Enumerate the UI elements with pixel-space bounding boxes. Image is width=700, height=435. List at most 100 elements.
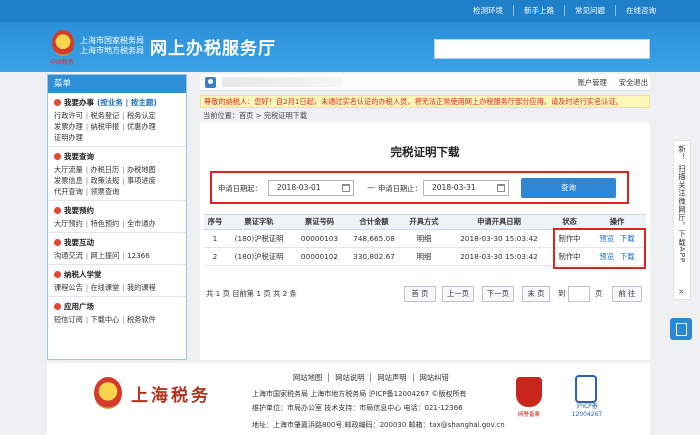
footer-logo-text: 上海税务 [131, 386, 211, 406]
menu-item[interactable]: 证明办理 [54, 133, 86, 142]
menu-section-reserve: 我要预约 大厅预约特色预约全市通办 [48, 201, 186, 233]
menu-item[interactable]: 税务登记 [86, 111, 122, 120]
top-link-faq[interactable]: 常见问题 [565, 5, 616, 16]
bureau-names: 上海市国家税务局 上海市地方税务局 [80, 36, 144, 55]
menu-item[interactable]: 行政许可 [54, 111, 86, 120]
page-title: 完税证明下载 [390, 145, 460, 159]
menu-item[interactable]: 纳税申报 [86, 122, 122, 131]
footer-address: 地址：上海市肇嘉浜路800号 邮政编码：200030 邮箱：tax@shangh… [252, 421, 505, 429]
notice-banner: 尊敬的纳税人：您好！自2月1日起，未通过实名认证的办税人员，将无法正常使用网上办… [200, 95, 650, 108]
menu-item[interactable]: 税务认定 [122, 111, 158, 120]
menu-header: 菜单 [48, 75, 186, 93]
calendar-icon[interactable] [497, 184, 505, 192]
menu-item[interactable]: 政策法规 [86, 176, 122, 185]
menu-section-todo: 我要办事(按业务 | 按主题) 行政许可税务登记税务认定 发票办理纳税申报优惠办… [48, 93, 186, 147]
first-page-button[interactable]: 首 页 [404, 286, 436, 302]
top-links: 检测环境 新手上路 常见问题 在线咨询 [463, 5, 666, 16]
menu-item[interactable]: 代开查询 [54, 187, 86, 196]
menu-item[interactable]: 办税日历 [86, 165, 122, 174]
menu-item[interactable]: 在线课堂 [86, 283, 122, 292]
highlight-box-operations [553, 228, 646, 269]
next-page-button[interactable]: 下一页 [482, 286, 514, 302]
side-tab-text: 新！ 扫描关注微网厅，下载APP [678, 145, 687, 264]
end-date-input[interactable]: 2018-03-31 [423, 180, 509, 196]
menu-item[interactable]: 事项进度 [122, 176, 158, 185]
breadcrumb: 当前位置：首页 > 完税证明下载 [203, 111, 308, 120]
site-header: 中国税务 上海市国家税务局 上海市地方税务局 网上办税服务厅 [0, 22, 700, 72]
account-manage-link[interactable]: 账户管理 [578, 78, 607, 88]
go-button[interactable]: 前 往 [612, 286, 642, 302]
user-bar: 账户管理 安全退出 [200, 74, 650, 91]
menu-item[interactable]: 课程公告 [54, 283, 86, 292]
search-input[interactable] [434, 39, 650, 59]
footer-link[interactable]: 网站说明 [329, 373, 372, 382]
close-icon[interactable]: × [678, 287, 685, 296]
menu-item[interactable]: 下载中心 [86, 315, 122, 324]
menu-item[interactable]: 沟通交流 [54, 251, 86, 260]
menu-item[interactable]: 优惠办理 [122, 122, 158, 131]
goto-suffix: 页 [595, 289, 603, 298]
date-range-dash: — [367, 183, 375, 192]
police-badge-label: 网警备案 [517, 412, 540, 418]
footer-link[interactable]: 网站地图 [287, 373, 330, 382]
pager-info: 共 1 页 目前第 1 页 共 2 条 [206, 289, 297, 298]
prev-page-button[interactable]: 上一页 [442, 286, 474, 302]
police-badge-icon[interactable] [516, 377, 542, 407]
user-name-redacted [222, 77, 342, 87]
content-panel: 完税证明下载 申请日期起： 2018-03-01 — 申请日期止： 2018-0… [200, 122, 650, 360]
icp-badge-icon[interactable] [575, 375, 597, 403]
footer-link[interactable]: 网站声明 [371, 373, 414, 382]
user-icon [205, 77, 216, 88]
left-menu: 菜单 我要办事(按业务 | 按主题) 行政许可税务登记税务认定 发票办理纳税申报… [47, 74, 187, 360]
menu-item[interactable]: 发票信息 [54, 176, 86, 185]
section-bullet-icon [54, 303, 61, 310]
menu-sort-toggle[interactable]: (按业务 | 按主题) [97, 97, 157, 108]
menu-section-apps: 应用广场 短信订阅下载中心税务软件 [48, 297, 186, 328]
top-link-check-env[interactable]: 检测环境 [463, 5, 514, 16]
site-title: 网上办税服务厅 [150, 39, 276, 59]
query-button[interactable]: 查询 [521, 178, 616, 198]
section-bullet-icon [54, 99, 61, 106]
col-header: 票证字轨 [226, 214, 292, 230]
top-link-online-consult[interactable]: 在线咨询 [616, 5, 666, 16]
section-bullet-icon [54, 239, 61, 246]
last-page-button[interactable]: 末 页 [522, 286, 550, 302]
menu-item[interactable]: 大厅流量 [54, 165, 86, 174]
menu-item[interactable]: 领票查询 [86, 187, 122, 196]
menu-item[interactable]: 全市通办 [122, 219, 158, 228]
emblem-caption: 中国税务 [50, 59, 75, 66]
menu-section-query: 我要查询 大厅流量办税日历办税地图 发票信息政策法规事项进度 代开查询领票查询 [48, 147, 186, 201]
page-number-input[interactable] [568, 286, 590, 302]
section-bullet-icon [54, 207, 61, 214]
footer-link[interactable]: 网站纠错 [414, 373, 455, 382]
end-date-label: 申请日期止： [378, 184, 422, 193]
calendar-icon[interactable] [342, 184, 350, 192]
start-date-label: 申请日期起： [218, 184, 262, 193]
icp-badge-label: 沪ICP备 12004267 [571, 403, 603, 418]
col-header: 申请开具日期 [447, 214, 551, 230]
tax-emblem-icon [94, 377, 122, 409]
menu-item[interactable]: 税务软件 [122, 315, 158, 324]
menu-item[interactable]: 发票办理 [54, 122, 86, 131]
menu-section-interact: 我要互动 沟通交流网上提问12366 [48, 233, 186, 265]
menu-item[interactable]: 办税地图 [122, 165, 158, 174]
menu-item[interactable]: 短信订阅 [54, 315, 86, 324]
logout-link[interactable]: 安全退出 [619, 78, 648, 88]
top-link-new-user[interactable]: 新手上路 [514, 5, 565, 16]
footer-copyright: 上海市国家税务局 上海市地方税务局 沪ICP备12004267 ©版权所有 [252, 390, 467, 398]
menu-item[interactable]: 我的课程 [122, 283, 158, 292]
main-content: 账户管理 安全退出 尊敬的纳税人：您好！自2月1日起，未通过实名认证的办税人员，… [200, 74, 650, 360]
menu-item[interactable]: 网上提问 [86, 251, 122, 260]
section-bullet-icon [54, 153, 61, 160]
menu-item[interactable]: 大厅预约 [54, 219, 86, 228]
menu-item[interactable]: 12366 [122, 251, 153, 260]
goto-prefix: 到 [558, 289, 566, 298]
col-header: 序号 [204, 214, 226, 230]
footer-maintainer: 维护单位：市局办公室 技术支持：市局信息中心 电话：021-12366 [252, 404, 463, 412]
menu-item[interactable]: 特色预约 [86, 219, 122, 228]
feedback-icon[interactable] [670, 318, 692, 340]
pagination: 共 1 页 目前第 1 页 共 2 条 首 页 上一页 下一页 末 页 到 页 … [206, 286, 644, 302]
site-footer: 上海税务 网站地图 网站说明 网站声明 网站纠错 上海市国家税务局 上海市地方税务局 … [47, 363, 650, 435]
start-date-input[interactable]: 2018-03-01 [268, 180, 354, 196]
app-download-side-tab[interactable]: 新！ 扫描关注微网厅，下载APP × [673, 140, 691, 300]
